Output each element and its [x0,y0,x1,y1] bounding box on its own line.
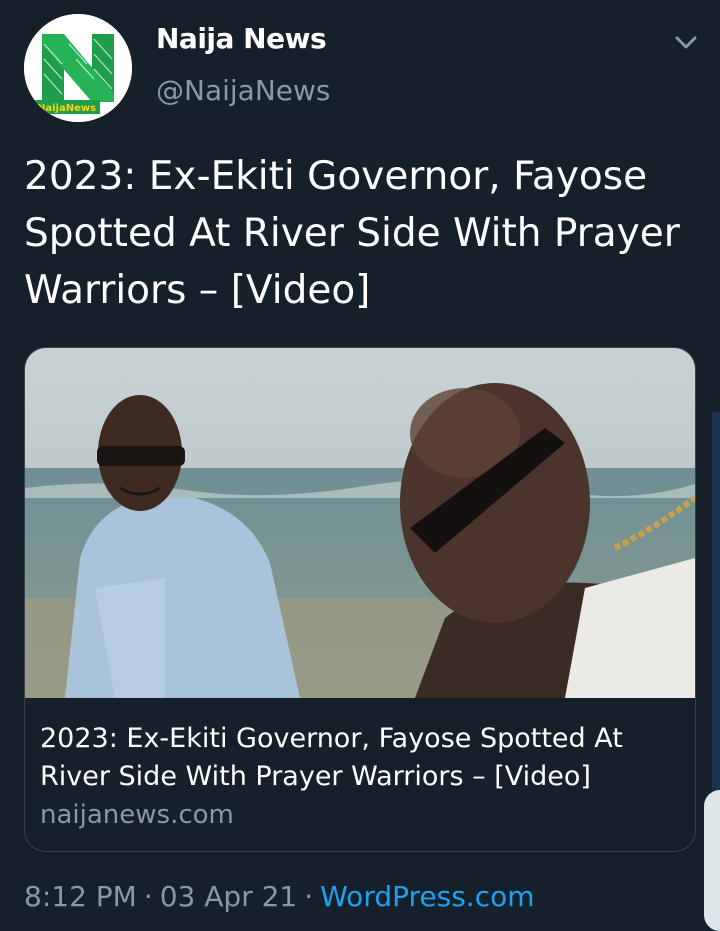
author-name[interactable]: Naija News [156,22,327,55]
tweet-date[interactable]: 03 Apr 21 [160,880,298,913]
tweet: NaijaNews Naija News @NaijaNews 2023: Ex… [0,0,720,931]
tweet-source-link[interactable]: WordPress.com [320,880,534,913]
scroll-handle[interactable] [704,790,720,931]
chevron-down-icon [675,36,697,49]
tweet-meta: 8:12 PM · 03 Apr 21 · WordPress.com [24,880,535,913]
card-image[interactable] [25,348,695,698]
more-options-button[interactable] [672,28,700,56]
link-card[interactable]: 2023: Ex-Ekiti Governor, Fayose Spotted … [24,347,696,852]
meta-separator: · [143,880,153,913]
card-title[interactable]: 2023: Ex-Ekiti Governor, Fayose Spotted … [40,720,680,796]
meta-separator: · [304,880,314,913]
avatar[interactable]: NaijaNews [24,14,132,122]
tweet-text: 2023: Ex-Ekiti Governor, Fayose Spotted … [24,154,680,313]
naija-news-logo: NaijaNews [24,14,132,122]
card-photo [25,348,695,698]
author-handle[interactable]: @NaijaNews [156,74,330,107]
svg-text:NaijaNews: NaijaNews [37,103,96,114]
card-domain: naijanews.com [40,800,234,830]
tweet-time[interactable]: 8:12 PM [24,880,137,913]
